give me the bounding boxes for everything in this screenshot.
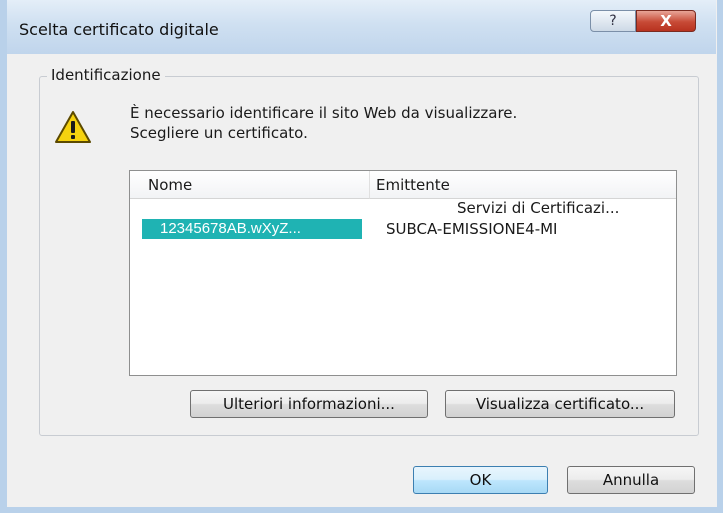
close-button[interactable]: X bbox=[636, 10, 696, 32]
certificate-dialog: Scelta certificato digitale ? X Identifi… bbox=[0, 0, 723, 513]
message-line-1: È necessario identificare il sito Web da… bbox=[130, 104, 518, 122]
help-icon: ? bbox=[609, 13, 617, 29]
help-button[interactable]: ? bbox=[590, 10, 636, 32]
column-header-nome[interactable]: Nome bbox=[130, 171, 370, 199]
selected-certificate-name[interactable]: 12345678AB.wXyZ... bbox=[142, 219, 362, 239]
view-certificate-button[interactable]: Visualizza certificato... bbox=[445, 390, 675, 418]
more-info-button[interactable]: Ulteriori informazioni... bbox=[190, 390, 428, 418]
close-icon: X bbox=[660, 12, 672, 30]
dialog-content: Identificazione È necessario identificar… bbox=[7, 54, 716, 507]
message-line-2: Scegliere un certificato. bbox=[130, 124, 308, 142]
issuer-cell[interactable]: Servizi di Certificazi... bbox=[457, 199, 619, 217]
warning-icon bbox=[55, 111, 91, 143]
cancel-button[interactable]: Annulla bbox=[567, 466, 695, 494]
ok-button[interactable]: OK bbox=[413, 466, 548, 494]
certificate-list[interactable]: Nome Emittente Servizi di Certificazi...… bbox=[129, 170, 677, 376]
group-label: Identificazione bbox=[47, 66, 165, 84]
dialog-title: Scelta certificato digitale bbox=[19, 20, 219, 39]
title-bar[interactable]: Scelta certificato digitale ? X bbox=[7, 0, 716, 54]
issuer-cell[interactable]: SUBCA-EMISSIONE4-MI bbox=[386, 220, 557, 238]
column-header-emittente[interactable]: Emittente bbox=[370, 171, 676, 199]
